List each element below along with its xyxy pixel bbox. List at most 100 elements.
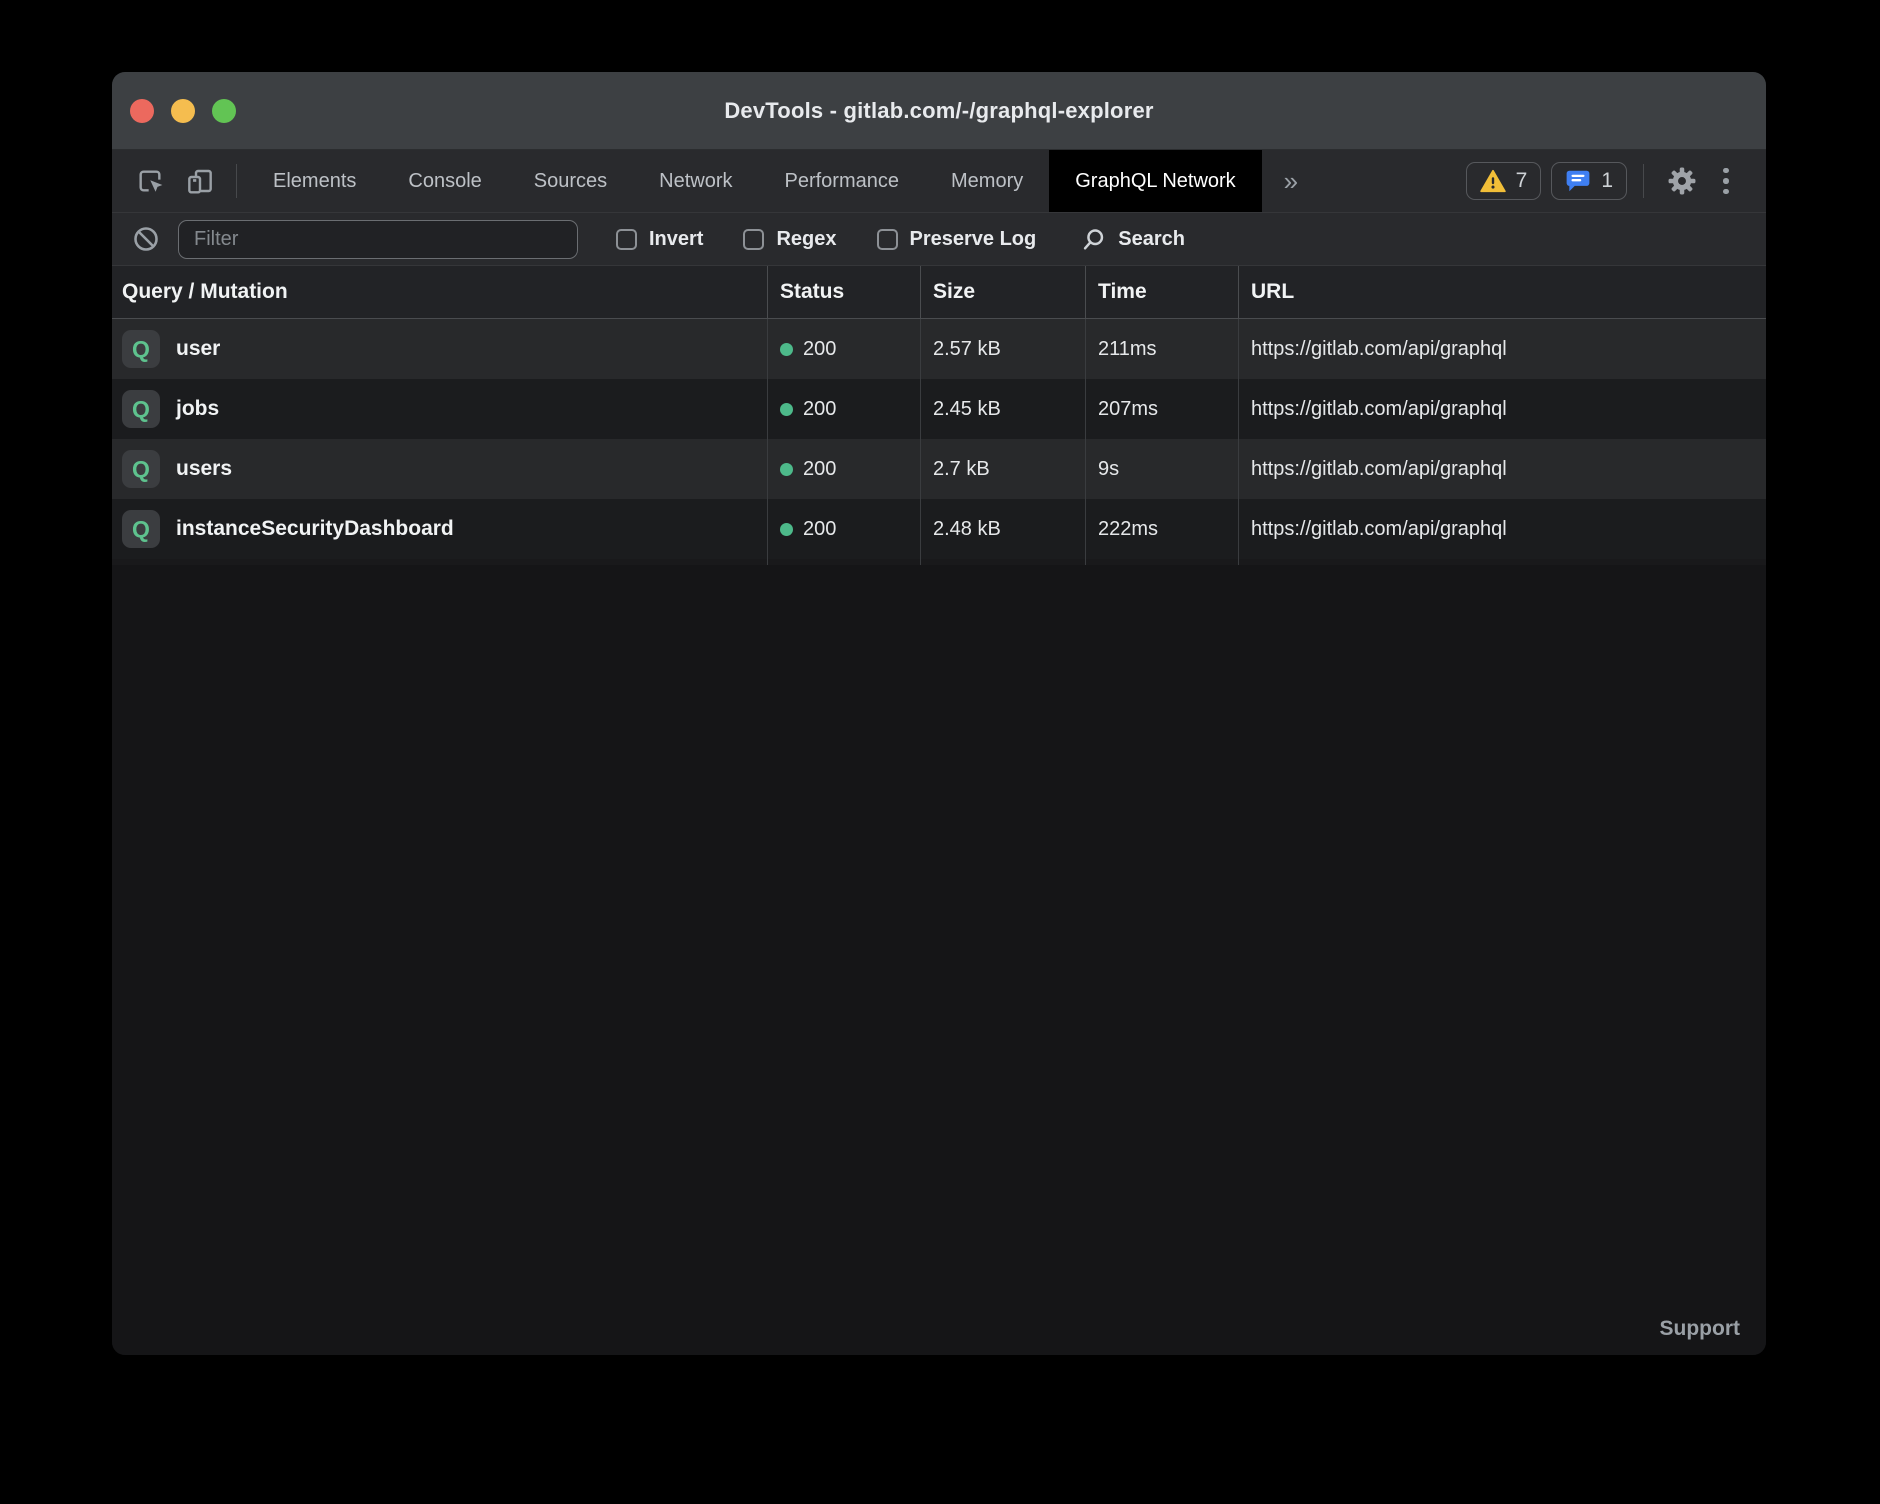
request-time-cell: 9s bbox=[1085, 439, 1238, 499]
request-name-cell: Q user bbox=[112, 319, 767, 379]
checkbox-groups: Invert Regex Preserve Log bbox=[578, 228, 1036, 251]
request-size-cell: 2.45 kB bbox=[920, 379, 1085, 439]
request-name-cell: Q jobs bbox=[112, 379, 767, 439]
more-options-button[interactable] bbox=[1704, 159, 1748, 203]
checkbox[interactable] bbox=[877, 229, 898, 250]
request-time-cell: 207ms bbox=[1085, 379, 1238, 439]
filter-checkbox-regex[interactable]: Regex bbox=[743, 228, 836, 251]
request-name-cell: Q users bbox=[112, 439, 767, 499]
more-tabs-button[interactable]: » bbox=[1262, 150, 1320, 212]
column-header-url[interactable]: URL bbox=[1238, 266, 1766, 318]
traffic-lights bbox=[130, 72, 236, 149]
query-type-icon: Q bbox=[122, 390, 160, 428]
inspect-element-button[interactable] bbox=[128, 159, 172, 203]
query-type-icon: Q bbox=[122, 450, 160, 488]
tab-performance[interactable]: Performance bbox=[759, 150, 926, 212]
filter-checkbox-invert[interactable]: Invert bbox=[616, 228, 703, 251]
request-size-cell: 2.7 kB bbox=[920, 439, 1085, 499]
query-type-icon: Q bbox=[122, 510, 160, 548]
status-code: 200 bbox=[803, 518, 836, 541]
column-header-time[interactable]: Time bbox=[1085, 266, 1238, 318]
request-row[interactable]: Q users 200 2.7 kB 9s https://gitlab.com… bbox=[112, 439, 1766, 499]
kebab-dot bbox=[1723, 168, 1729, 174]
request-time-cell: 222ms bbox=[1085, 499, 1238, 559]
status-ok-icon bbox=[780, 463, 793, 476]
request-name: users bbox=[176, 457, 232, 481]
request-name: jobs bbox=[176, 397, 219, 421]
request-size-cell: 2.48 kB bbox=[920, 499, 1085, 559]
request-url-cell: https://gitlab.com/api/graphql bbox=[1238, 319, 1766, 379]
filter-bar: Invert Regex Preserve Log Search bbox=[112, 212, 1766, 265]
request-list: Q user 200 2.57 kB 211ms https://gitlab.… bbox=[112, 319, 1766, 559]
request-url-cell: https://gitlab.com/api/graphql bbox=[1238, 499, 1766, 559]
status-code: 200 bbox=[803, 458, 836, 481]
filter-input[interactable] bbox=[178, 220, 578, 259]
tab-sources[interactable]: Sources bbox=[508, 150, 633, 212]
status-code: 200 bbox=[803, 398, 836, 421]
device-toolbar-icon bbox=[184, 165, 216, 197]
request-status-cell: 200 bbox=[767, 439, 920, 499]
request-status-cell: 200 bbox=[767, 319, 920, 379]
checkbox-label: Regex bbox=[776, 228, 836, 251]
table-header: Query / Mutation Status Size Time URL bbox=[112, 265, 1766, 319]
inspect-icon bbox=[134, 165, 166, 197]
issues-badge[interactable]: 1 bbox=[1551, 162, 1627, 200]
request-name: instanceSecurityDashboard bbox=[176, 517, 454, 541]
request-status-cell: 200 bbox=[767, 379, 920, 439]
close-button[interactable] bbox=[130, 99, 154, 123]
checkbox[interactable] bbox=[616, 229, 637, 250]
filter-checkbox-preserve-log[interactable]: Preserve Log bbox=[877, 228, 1037, 251]
checkbox-label: Invert bbox=[649, 228, 703, 251]
status-code: 200 bbox=[803, 338, 836, 361]
status-ok-icon bbox=[780, 403, 793, 416]
checkbox[interactable] bbox=[743, 229, 764, 250]
search-button[interactable]: Search bbox=[1080, 226, 1185, 253]
kebab-dot bbox=[1723, 189, 1729, 195]
toolbar-separator bbox=[236, 164, 237, 198]
query-type-icon: Q bbox=[122, 330, 160, 368]
checkbox-label: Preserve Log bbox=[910, 228, 1037, 251]
toolbar-right-separator bbox=[1643, 164, 1644, 198]
devtools-window: DevTools - gitlab.com/-/graphql-explorer… bbox=[112, 72, 1766, 1355]
column-header-size[interactable]: Size bbox=[920, 266, 1085, 318]
panel-empty-area: Support bbox=[112, 565, 1766, 1355]
request-row[interactable]: Q instanceSecurityDashboard 200 2.48 kB … bbox=[112, 499, 1766, 559]
gear-icon bbox=[1665, 164, 1699, 198]
search-label: Search bbox=[1118, 228, 1185, 251]
toolbar-right: 7 1 bbox=[1466, 150, 1766, 212]
request-url-cell: https://gitlab.com/api/graphql bbox=[1238, 439, 1766, 499]
issue-count: 1 bbox=[1601, 169, 1613, 193]
request-name-cell: Q instanceSecurityDashboard bbox=[112, 499, 767, 559]
settings-button[interactable] bbox=[1660, 159, 1704, 203]
tab-graphql-network[interactable]: GraphQL Network bbox=[1049, 150, 1261, 212]
warning-icon bbox=[1480, 169, 1506, 193]
block-icon bbox=[132, 225, 160, 253]
panel-tabs: Elements Console Sources Network Perform… bbox=[247, 150, 1262, 212]
status-ok-icon bbox=[780, 523, 793, 536]
support-link[interactable]: Support bbox=[1660, 1317, 1740, 1341]
request-name: user bbox=[176, 337, 220, 361]
request-time-cell: 211ms bbox=[1085, 319, 1238, 379]
status-ok-icon bbox=[780, 343, 793, 356]
toggle-device-toolbar-button[interactable] bbox=[178, 159, 222, 203]
minimize-button[interactable] bbox=[171, 99, 195, 123]
warning-count: 7 bbox=[1516, 169, 1528, 193]
column-header-query[interactable]: Query / Mutation bbox=[112, 266, 767, 318]
devtools-toolbar: Elements Console Sources Network Perform… bbox=[112, 150, 1766, 212]
request-row[interactable]: Q jobs 200 2.45 kB 207ms https://gitlab.… bbox=[112, 379, 1766, 439]
window-title: DevTools - gitlab.com/-/graphql-explorer bbox=[724, 98, 1153, 124]
request-row[interactable]: Q user 200 2.57 kB 211ms https://gitlab.… bbox=[112, 319, 1766, 379]
message-icon bbox=[1565, 169, 1591, 193]
tab-console[interactable]: Console bbox=[382, 150, 507, 212]
request-size-cell: 2.57 kB bbox=[920, 319, 1085, 379]
tab-elements[interactable]: Elements bbox=[247, 150, 382, 212]
tab-network[interactable]: Network bbox=[633, 150, 758, 212]
zoom-button[interactable] bbox=[212, 99, 236, 123]
kebab-dot bbox=[1723, 178, 1729, 184]
warnings-badge[interactable]: 7 bbox=[1466, 162, 1542, 200]
chevron-double-right-icon: » bbox=[1284, 166, 1298, 197]
request-url-cell: https://gitlab.com/api/graphql bbox=[1238, 379, 1766, 439]
column-header-status[interactable]: Status bbox=[767, 266, 920, 318]
clear-requests-button[interactable] bbox=[128, 221, 164, 257]
tab-memory[interactable]: Memory bbox=[925, 150, 1049, 212]
